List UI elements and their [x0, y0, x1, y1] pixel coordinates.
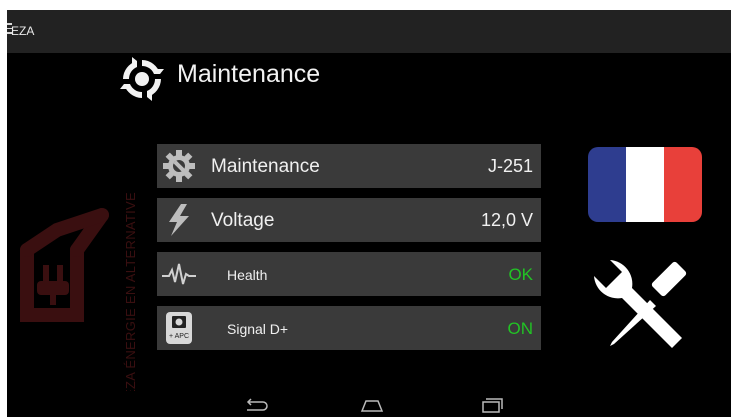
lightning-icon [169, 204, 189, 236]
home-icon[interactable] [359, 396, 385, 414]
row-label: Voltage [211, 210, 275, 231]
row-value: J-251 [487, 156, 533, 176]
tools-icon[interactable] [592, 258, 692, 352]
row-value: 12,0 V [480, 210, 533, 230]
maintenance-cycle-icon [120, 57, 164, 101]
flag-red [664, 147, 702, 222]
row-label: Signal D+ [227, 321, 289, 337]
flag-blue [588, 147, 626, 222]
recent-apps-icon[interactable] [479, 396, 505, 414]
heartbeat-icon [162, 263, 196, 285]
row-maintenance[interactable]: Maintenance J-251 [157, 144, 541, 188]
row-voltage[interactable]: Voltage 12,0 V [157, 198, 541, 242]
row-signal-d[interactable]: + APC Signal D+ ON [157, 306, 541, 350]
gear-wrench-icon [163, 150, 195, 182]
row-label: Maintenance [211, 156, 320, 177]
eza-logo-watermark-icon [20, 208, 109, 322]
france-flag-icon[interactable] [588, 147, 702, 222]
apc-caption: + APC [169, 333, 189, 340]
status-ok-value: OK [508, 265, 533, 284]
status-on-value: ON [507, 319, 534, 338]
watermark-text: EZA ÉNERGIE EN ALTERNATIVE [123, 192, 138, 398]
back-icon[interactable] [243, 396, 269, 414]
row-label: Health [227, 267, 268, 283]
page-title: Maintenance [177, 60, 321, 88]
app-screen: EZA Maintenance EZA ÉNERGIE EN ALTERNATI… [7, 10, 731, 417]
app-name: EZA [11, 24, 35, 38]
row-health[interactable]: Health OK [157, 252, 541, 296]
flag-white [626, 147, 664, 222]
apc-socket-icon: + APC [166, 312, 192, 344]
top-bar: EZA [7, 10, 731, 53]
android-nav-bar [7, 391, 731, 417]
